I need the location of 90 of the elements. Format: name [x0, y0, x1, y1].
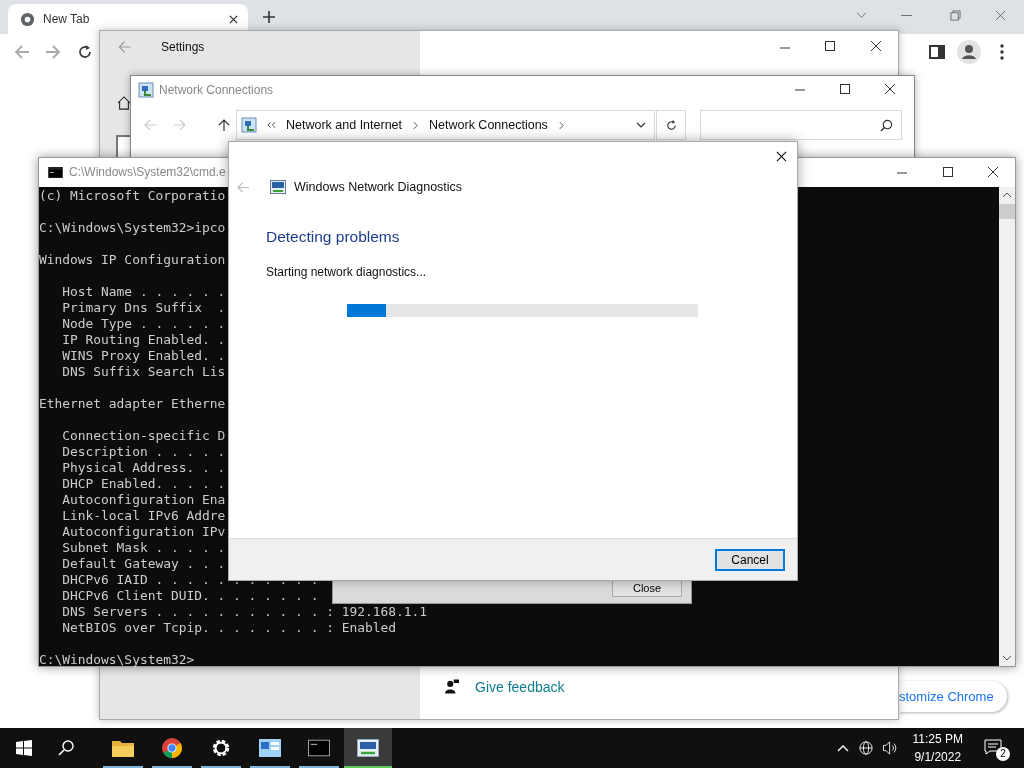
close-icon[interactable]	[871, 41, 881, 51]
scroll-up-icon[interactable]	[1002, 192, 1012, 198]
terminal-icon	[308, 738, 330, 758]
diagnostics-icon	[270, 180, 286, 194]
notification-count-badge: 2	[996, 747, 1010, 761]
console-line: NetBIOS over Tcpip. . . . . . . . : Enabled	[61, 620, 396, 636]
breadcrumb[interactable]: Network and Internet	[286, 118, 403, 132]
network-icon	[241, 117, 257, 133]
date-text: 9/1/2022	[914, 749, 962, 766]
up-arrow-icon[interactable]	[217, 118, 231, 132]
address-bar[interactable]: Network and Internet Network Connections	[236, 110, 655, 140]
refresh-icon	[664, 118, 678, 132]
console-line: DHCP Enabled. . . . .	[61, 476, 226, 492]
console-line: DNS Servers . . . . . . . . . . . : 192.168.1.1	[61, 604, 428, 620]
console-line: (c) Microsoft Corporatio	[39, 188, 226, 204]
chrome-icon	[20, 11, 35, 27]
plus-icon[interactable]	[263, 11, 275, 23]
taskbar-app[interactable]	[344, 728, 392, 768]
side-panel-icon[interactable]	[929, 44, 945, 60]
home-icon[interactable]	[117, 96, 131, 110]
browser-tab[interactable]: New Tab	[8, 4, 248, 34]
chevron-right-icon[interactable]	[413, 120, 419, 130]
globe-icon[interactable]	[858, 741, 873, 755]
console-line: WINS Proxy Enabled. .	[61, 348, 226, 364]
search-field[interactable]	[700, 110, 902, 140]
search-icon[interactable]	[58, 740, 74, 756]
customize-chrome-button[interactable]: stomize Chrome	[899, 681, 1007, 712]
start-icon[interactable]	[16, 740, 32, 756]
console-line: Autoconfiguration IPv	[61, 524, 226, 540]
console-line: IP Routing Enabled. .	[61, 332, 226, 348]
chevron-down-icon[interactable]	[636, 122, 646, 128]
window-title: C:\Windows\System32\cmd.e	[69, 165, 226, 179]
breadcrumb[interactable]: Network Connections	[429, 118, 548, 132]
console-line: Connection-specific D	[61, 428, 226, 444]
console-line: Description . . . . .	[61, 444, 226, 460]
chevron-up-icon[interactable]	[836, 744, 849, 752]
time-text: 11:25 PM	[912, 731, 963, 748]
window-title: Windows Network Diagnostics	[294, 180, 463, 194]
maximize-icon[interactable]	[825, 41, 835, 51]
console-line: Host Name . . . . . .	[61, 284, 226, 300]
maximize-icon[interactable]	[943, 167, 953, 177]
tab-title: New Tab	[43, 12, 91, 26]
console-line: Subnet Mask . . . . .	[61, 540, 226, 556]
reload-icon[interactable]	[77, 44, 93, 60]
close-icon[interactable]	[885, 84, 895, 94]
scroll-down-icon[interactable]	[1002, 655, 1012, 661]
refresh-button[interactable]	[656, 110, 686, 140]
console-line: DNS Suffix Search Lis	[61, 364, 226, 380]
menu-icon[interactable]	[1000, 44, 1004, 60]
close-icon[interactable]	[776, 151, 787, 162]
speech-bubble-icon	[984, 739, 1002, 755]
profile-icon[interactable]	[957, 40, 981, 64]
network-icon	[138, 82, 154, 98]
notification-center-button[interactable]: 2	[980, 733, 1010, 763]
console-line: Link-local IPv6 Addre	[61, 508, 226, 524]
clock[interactable]: 11:25 PM 9/1/2022	[912, 730, 963, 766]
chrome-icon	[161, 738, 183, 758]
console-line: Windows IP Configuration	[39, 252, 226, 268]
window-title: Network Connections	[159, 83, 274, 97]
cancel-button[interactable]: Cancel	[715, 548, 785, 571]
close-icon[interactable]	[988, 167, 998, 177]
console-line: Physical Address. . .	[61, 460, 226, 476]
speaker-icon[interactable]	[881, 741, 899, 755]
console-line: DHCPv6 Client DUID. . . . . . . .	[61, 588, 319, 604]
close-icon[interactable]	[229, 14, 238, 24]
give-feedback-link[interactable]: Give feedback	[475, 679, 565, 695]
heading: Detecting problems	[266, 228, 401, 246]
console-line: Node Type . . . . . .	[61, 316, 226, 332]
search-icon	[880, 119, 893, 132]
folder-icon	[112, 738, 134, 758]
control-panel-icon	[259, 738, 281, 758]
person-feedback-icon	[445, 679, 459, 694]
maximize-icon[interactable]	[840, 84, 850, 94]
restore-icon[interactable]	[950, 10, 961, 21]
console-line: Autoconfiguration Ena	[61, 492, 226, 508]
gear-icon	[210, 738, 232, 758]
double-chevron-icon[interactable]	[267, 121, 276, 129]
terminal-icon	[48, 167, 63, 178]
console-line: C:\Windows\System32>	[39, 652, 195, 668]
console-line: Primary Dns Suffix .	[61, 300, 226, 316]
console-line: Ethernet adapter Etherne	[39, 396, 226, 412]
scrollbar[interactable]	[999, 187, 1015, 666]
diagnostics-icon	[357, 738, 379, 758]
chevron-right-icon[interactable]	[558, 120, 564, 130]
console-line: C:\Windows\System32>ipco	[39, 220, 226, 236]
console-line: DHCPv6 IAID . . . . . . . . . . .	[61, 572, 319, 588]
status-text: Starting network diagnostics...	[266, 265, 428, 279]
scrollbar-thumb[interactable]	[999, 204, 1015, 219]
console-line: Default Gateway . . .	[61, 556, 226, 572]
window-title: Settings	[161, 40, 205, 54]
